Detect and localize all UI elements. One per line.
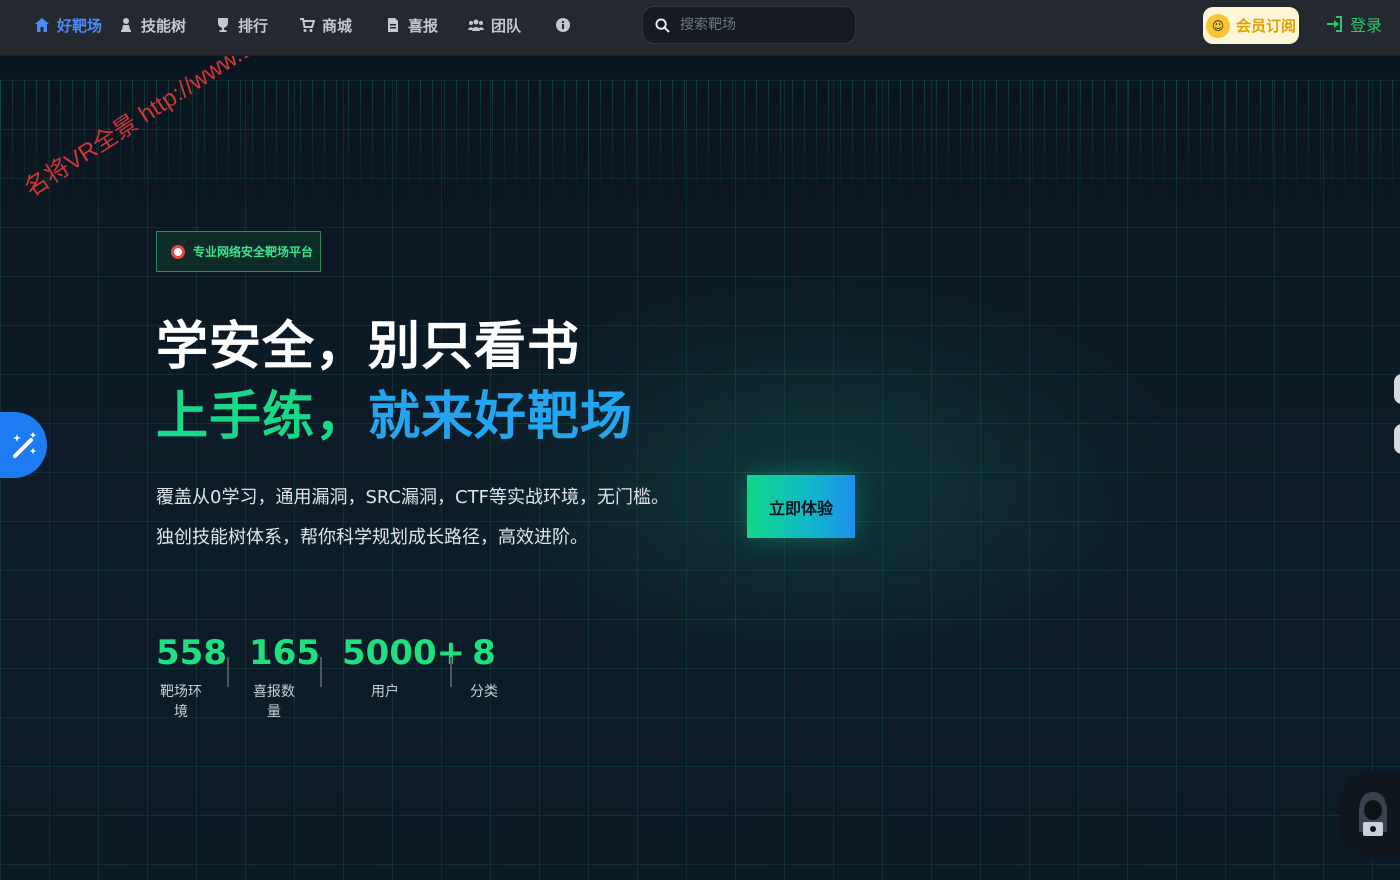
hero-description-line1: 覆盖从0学习，通用漏洞，SRC漏洞，CTF等实战环境，无门槛。 [156, 487, 669, 508]
login-button[interactable]: 登录 [1326, 10, 1382, 38]
nav-ranking-label: 排行 [238, 16, 269, 35]
magic-wand-icon [12, 432, 36, 458]
nav-shop-label: 商城 [322, 16, 353, 35]
hacker-mascot-icon [1359, 792, 1387, 836]
login-icon [1327, 16, 1342, 32]
nav-team[interactable]: 团队 [468, 0, 521, 50]
stat-users-value: 5000+ [342, 633, 466, 673]
stat-users-label: 用户 [371, 684, 399, 700]
vip-subscribe-button[interactable]: ☺ 会员订阅 [1203, 7, 1299, 44]
nav-skill-tree[interactable]: 技能树 [118, 0, 186, 50]
stat-environments-value: 558 [156, 633, 227, 673]
info-icon [556, 18, 570, 32]
side-toggle-handle[interactable] [1394, 424, 1400, 454]
target-icon [171, 244, 185, 259]
search-box[interactable] [642, 6, 856, 44]
platform-badge-label: 专业网络安全靶场平台 [193, 245, 314, 259]
hero-title-line2: 上手练，就来好靶场 [156, 374, 633, 449]
nav-ranking[interactable]: 排行 [215, 0, 268, 50]
hero-description-line2: 独创技能树体系，帮你科学规划成长路径，高效进阶。 [156, 527, 588, 548]
nav-news[interactable]: 喜报 [385, 0, 438, 50]
login-label: 登录 [1350, 16, 1383, 35]
stat-divider [320, 657, 322, 687]
stat-divider [227, 657, 229, 687]
home-icon [35, 18, 49, 32]
document-icon [388, 18, 398, 32]
stat-categories-label: 分类 [470, 684, 498, 700]
platform-badge: 专业网络安全靶场平台 [156, 231, 321, 272]
try-now-button[interactable]: 立即体验 [747, 475, 855, 538]
vip-subscribe-label: 会员订阅 [1235, 17, 1296, 35]
nav-team-label: 团队 [491, 16, 522, 35]
top-navbar: 好靶场 技能树 排行 商城 喜报 团队 ☺ 会员订阅 登录 [0, 0, 1400, 56]
hero-description: 覆盖从0学习，通用漏洞，SRC漏洞，CTF等实战环境，无门槛。 独创技能树体系，… [156, 478, 669, 558]
stat-categories: 8 分类 [469, 631, 499, 701]
stat-news-label: 喜报数量 [253, 684, 295, 720]
nav-skill-tree-label: 技能树 [141, 16, 187, 35]
cart-icon [300, 18, 315, 32]
hero-title-line2-part1: 上手练， [156, 387, 369, 447]
nav-shop[interactable]: 商城 [299, 0, 352, 50]
nav-home[interactable]: 好靶场 [34, 0, 102, 50]
stat-news: 165 喜报数量 [249, 631, 320, 721]
nav-news-label: 喜报 [408, 16, 439, 35]
chess-pawn-icon [121, 18, 131, 32]
hacker-mascot-button[interactable] [1340, 772, 1400, 858]
search-input[interactable] [680, 17, 840, 33]
stat-environments: 558 靶场环境 [156, 631, 227, 721]
stat-news-value: 165 [249, 633, 320, 673]
grid-top-lines [0, 80, 1400, 210]
search-icon [655, 17, 670, 33]
stat-categories-value: 8 [472, 633, 496, 673]
nav-brand-label: 好靶场 [57, 16, 103, 35]
nav-about[interactable] [555, 0, 578, 50]
stat-environments-label: 靶场环境 [160, 684, 202, 720]
stat-divider [450, 657, 452, 687]
side-toggle-handle[interactable] [1394, 374, 1400, 404]
hero-section: 专业网络安全靶场平台 学安全，别只看书 上手练，就来好靶场 覆盖从0学习，通用漏… [0, 56, 1400, 880]
users-icon [468, 19, 484, 31]
vip-avatar-icon: ☺ [1205, 13, 1230, 38]
hero-title-line2-part2: 就来好靶场 [368, 387, 634, 447]
stat-users: 5000+ 用户 [342, 631, 466, 701]
hero-title-line1: 学安全，别只看书 [156, 317, 581, 377]
trophy-icon [218, 18, 228, 32]
